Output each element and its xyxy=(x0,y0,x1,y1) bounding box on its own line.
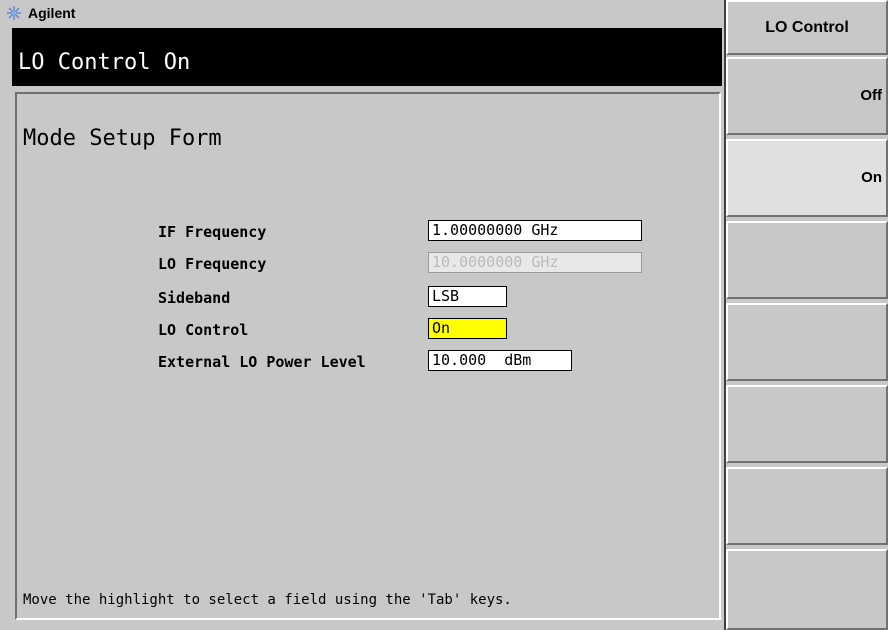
form-row-if-frequency: IF Frequency 1.00000000 GHz xyxy=(158,220,718,244)
if-frequency-label: IF Frequency xyxy=(158,223,267,241)
help-text: Move the highlight to select a field usi… xyxy=(23,592,512,608)
brand-logo-text: Agilent xyxy=(28,5,76,21)
lo-frequency-label: LO Frequency xyxy=(158,255,267,273)
softkey-5[interactable] xyxy=(726,385,888,463)
logo-bar: Agilent xyxy=(0,0,724,26)
form-row-lo-control: LO Control On xyxy=(158,318,718,342)
softkey-menu-title: LO Control xyxy=(726,0,888,55)
if-frequency-field[interactable]: 1.00000000 GHz xyxy=(428,220,642,241)
sideband-field[interactable]: LSB xyxy=(428,286,507,307)
softkey-6[interactable] xyxy=(726,467,888,545)
agilent-spark-icon xyxy=(7,6,21,20)
sideband-label: Sideband xyxy=(158,289,231,307)
softkey-3[interactable] xyxy=(726,221,888,299)
lo-control-field[interactable]: On xyxy=(428,318,507,339)
softkey-4[interactable] xyxy=(726,303,888,381)
mode-setup-panel: Mode Setup Form IF Frequency 1.00000000 … xyxy=(15,92,721,620)
active-function-bar: LO Control On xyxy=(12,28,722,86)
form-row-sideband: Sideband LSB xyxy=(158,286,718,310)
softkey-menu: LO Control Off On xyxy=(724,0,888,630)
external-lo-power-field[interactable]: 10.000 dBm xyxy=(428,350,572,371)
external-lo-power-label: External LO Power Level xyxy=(158,353,366,371)
lo-control-label: LO Control xyxy=(158,321,249,339)
form-row-lo-frequency: LO Frequency 10.0000000 GHz xyxy=(158,252,718,276)
softkey-off[interactable]: Off xyxy=(726,57,888,135)
active-function-text: LO Control On xyxy=(18,50,191,75)
softkey-off-label: Off xyxy=(860,87,882,104)
softkey-on-label: On xyxy=(861,169,882,186)
form-title: Mode Setup Form xyxy=(23,126,222,151)
lo-frequency-field: 10.0000000 GHz xyxy=(428,252,642,273)
softkey-7[interactable] xyxy=(726,549,888,630)
form-row-external-lo-power: External LO Power Level 10.000 dBm xyxy=(158,350,718,374)
softkey-on[interactable]: On xyxy=(726,139,888,217)
